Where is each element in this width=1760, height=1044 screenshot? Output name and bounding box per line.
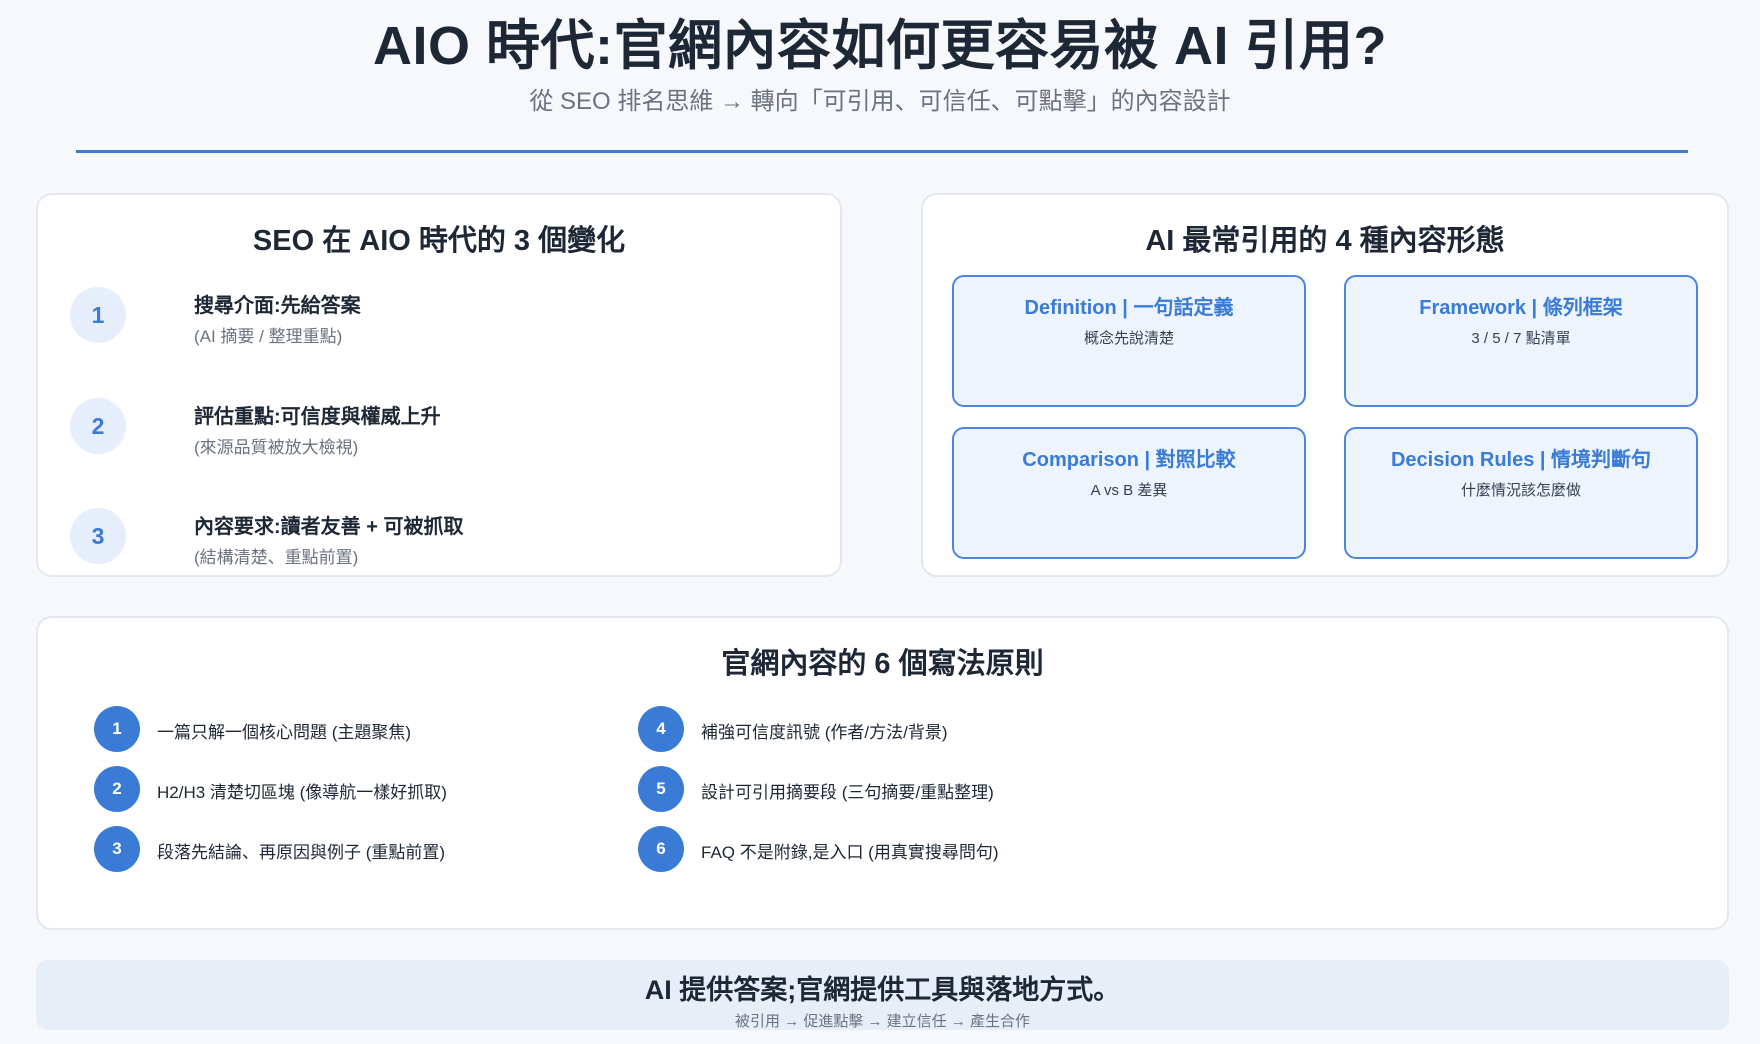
- change-item: 2 評估重點:可信度與權威上升 (來源品質被放大檢視): [70, 398, 810, 478]
- principle-text: H2/H3 清楚切區塊 (像導航一樣好抓取): [157, 783, 447, 802]
- form-box-title: Comparison | 對照比較: [1022, 449, 1236, 471]
- principle-number-badge: 5: [638, 766, 684, 812]
- principle-number-badge: 1: [94, 706, 140, 752]
- principle-item: 2 H2/H3 清楚切區塊 (像導航一樣好抓取): [94, 766, 614, 812]
- principle-item: 5 設計可引用摘要段 (三句摘要/重點整理): [638, 766, 1158, 812]
- summary-headline: AI 提供答案;官網提供工具與落地方式。: [644, 975, 1121, 1005]
- form-decision-rules-box: Decision Rules | 情境判斷句 什麼情況該怎麼做: [1344, 427, 1698, 559]
- form-definition-box: Definition | 一句話定義 概念先說清楚: [952, 275, 1306, 407]
- change-number-badge: 2: [70, 398, 126, 454]
- writing-principles-card: 官網內容的 6 個寫法原則 1 一篇只解一個核心問題 (主題聚焦) 2 H2/H…: [36, 616, 1729, 930]
- principle-item: 1 一篇只解一個核心問題 (主題聚焦): [94, 706, 614, 752]
- form-box-title: Definition | 一句話定義: [1024, 297, 1234, 319]
- page-subtitle: 從 SEO 排名思維 → 轉向「可引用、可信任、可點擊」的內容設計: [529, 88, 1231, 115]
- change-note: (來源品質被放大檢視): [194, 438, 359, 457]
- principle-text: FAQ 不是附錄,是入口 (用真實搜尋問句): [701, 843, 999, 862]
- principle-item: 3 段落先結論、再原因與例子 (重點前置): [94, 826, 614, 872]
- principle-number-badge: 6: [638, 826, 684, 872]
- change-heading: 內容要求:讀者友善 + 可被抓取: [194, 516, 464, 538]
- principle-text: 一篇只解一個核心問題 (主題聚焦): [157, 723, 412, 742]
- form-box-title: Decision Rules | 情境判斷句: [1390, 449, 1652, 471]
- principle-item: 4 補強可信度訊號 (作者/方法/背景): [638, 706, 1158, 752]
- seo-changes-title: SEO 在 AIO 時代的 3 個變化: [252, 225, 626, 257]
- content-forms-card: AI 最常引用的 4 種內容形態 Definition | 一句話定義 概念先說…: [921, 193, 1729, 577]
- change-number-badge: 1: [70, 287, 126, 343]
- principle-text: 設計可引用摘要段 (三句摘要/重點整理): [701, 783, 994, 802]
- form-framework-box: Framework | 條列框架 3 / 5 / 7 點清單: [1344, 275, 1698, 407]
- page-title: AIO 時代:官網內容如何更容易被 AI 引用?: [373, 16, 1387, 76]
- change-heading: 評估重點:可信度與權威上升: [194, 406, 441, 428]
- principle-item: 6 FAQ 不是附錄,是入口 (用真實搜尋問句): [638, 826, 1158, 872]
- form-box-desc: A vs B 差異: [1090, 482, 1168, 499]
- seo-changes-card: SEO 在 AIO 時代的 3 個變化 1 搜尋介面:先給答案 (AI 摘要 /…: [36, 193, 842, 577]
- principle-text: 段落先結論、再原因與例子 (重點前置): [157, 843, 446, 862]
- form-box-desc: 什麼情況該怎麼做: [1460, 482, 1581, 499]
- principle-number-badge: 4: [638, 706, 684, 752]
- title-divider: [76, 150, 1688, 153]
- content-forms-title: AI 最常引用的 4 種內容形態: [1145, 225, 1505, 257]
- summary-flow: 被引用 → 促進點擊 → 建立信任 → 產生合作: [734, 1013, 1030, 1030]
- writing-principles-title: 官網內容的 6 個寫法原則: [721, 648, 1044, 680]
- principle-number-badge: 2: [94, 766, 140, 812]
- principle-text: 補強可信度訊號 (作者/方法/背景): [701, 723, 948, 742]
- form-box-desc: 概念先說清楚: [1083, 330, 1174, 347]
- change-note: (結構清楚、重點前置): [194, 548, 359, 567]
- change-note: (AI 摘要 / 整理重點): [194, 327, 343, 346]
- form-box-title: Framework | 條列框架: [1419, 297, 1623, 319]
- form-comparison-box: Comparison | 對照比較 A vs B 差異: [952, 427, 1306, 559]
- change-number-badge: 3: [70, 508, 126, 564]
- change-heading: 搜尋介面:先給答案: [194, 295, 361, 317]
- summary-banner: AI 提供答案;官網提供工具與落地方式。 被引用 → 促進點擊 → 建立信任 →…: [36, 960, 1729, 1030]
- form-box-desc: 3 / 5 / 7 點清單: [1471, 330, 1571, 347]
- change-item: 3 內容要求:讀者友善 + 可被抓取 (結構清楚、重點前置): [70, 508, 810, 588]
- principle-number-badge: 3: [94, 826, 140, 872]
- change-item: 1 搜尋介面:先給答案 (AI 摘要 / 整理重點): [70, 287, 810, 367]
